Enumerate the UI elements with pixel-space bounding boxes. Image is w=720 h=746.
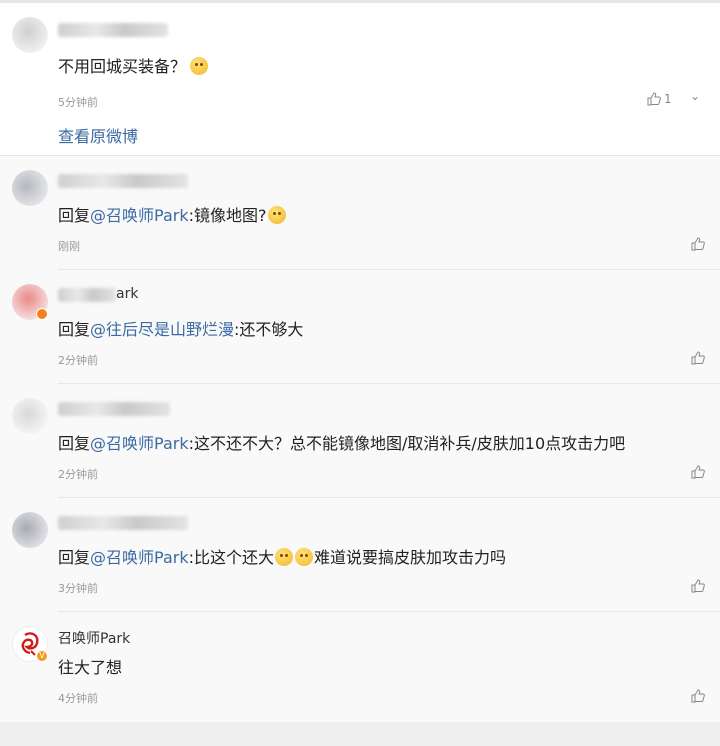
commenter-avatar[interactable] <box>12 170 48 206</box>
post-author-name-blurred[interactable] <box>58 23 168 37</box>
post-author-avatar[interactable] <box>12 17 48 53</box>
commenter-name-blurred[interactable] <box>58 516 188 530</box>
comment-text: 回复@往后尽是山野烂漫:还不够大 <box>58 316 303 340</box>
comment-body: 往大了想 <box>58 658 123 677</box>
commenter-name-blurred[interactable] <box>58 174 188 188</box>
mention-link[interactable]: @往后尽是山野烂漫 <box>90 320 234 339</box>
mention-link[interactable]: @召唤师Park <box>90 548 189 567</box>
comment-body-after: 难道说要搞皮肤加攻击力吗 <box>314 548 507 567</box>
commenter-avatar[interactable] <box>12 398 48 434</box>
comment-text: 回复@召唤师Park:比这个还大 难道说要搞皮肤加攻击力吗 <box>58 544 506 568</box>
post-text: 不用回城买装备？ <box>58 53 209 77</box>
comment-item: 回复@召唤师Park:这不还不大？总不能镜像地图/取消补兵/皮肤加10点攻击力吧… <box>0 384 720 498</box>
reply-prefix: 回复 <box>58 320 91 339</box>
commenter-avatar[interactable] <box>12 512 48 548</box>
shy-emoji <box>295 548 314 566</box>
post-text-content: 不用回城买装备？ <box>58 57 187 76</box>
comment-time: 刚刚 <box>58 240 80 253</box>
laugh-emoji <box>275 548 294 566</box>
mention-link[interactable]: @召唤师Park <box>90 206 189 225</box>
thinking-emoji <box>267 206 286 224</box>
original-post: 不用回城买装备？ 5分钟前 1 ⌄ 查看原微博 <box>0 0 720 156</box>
comment-text: 往大了想 <box>58 654 122 678</box>
comment-text: 回复@召唤师Park:镜像地图? <box>58 202 287 226</box>
comment-time: 2分钟前 <box>58 354 98 367</box>
thumbs-up-icon[interactable] <box>690 236 706 252</box>
verified-badge-icon <box>36 308 48 320</box>
comment-list: 回复@召唤师Park:镜像地图? 刚刚 ark 回复@往后尽是山野烂漫:还不够大… <box>0 156 720 722</box>
comment-item: 回复@召唤师Park:比这个还大 难道说要搞皮肤加攻击力吗 3分钟前 <box>0 498 720 612</box>
reply-prefix: 回复 <box>58 548 91 567</box>
doge-emoji <box>190 57 209 75</box>
thumbs-up-icon[interactable] <box>690 578 706 594</box>
more-options-icon[interactable]: ⌄ <box>690 89 700 103</box>
thumbs-up-icon[interactable] <box>646 91 662 107</box>
comment-time: 4分钟前 <box>58 692 98 705</box>
comment-item: V 召唤师Park 往大了想 4分钟前 <box>0 612 720 722</box>
comment-item: ark 回复@往后尽是山野烂漫:还不够大 2分钟前 <box>0 270 720 384</box>
comment-body: :比这个还大 <box>188 548 275 567</box>
comment-text: 回复@召唤师Park:这不还不大？总不能镜像地图/取消补兵/皮肤加10点攻击力吧 <box>58 430 625 454</box>
view-original-weibo-link[interactable]: 查看原微博 <box>58 123 138 147</box>
verified-badge-icon: V <box>36 650 48 662</box>
commenter-name-blurred[interactable] <box>58 402 170 416</box>
commenter-name-blurred <box>58 288 116 302</box>
commenter-name[interactable]: 召唤师Park <box>58 628 130 648</box>
comment-body: :这不还不大？总不能镜像地图/取消补兵/皮肤加10点攻击力吧 <box>188 434 626 453</box>
commenter-name[interactable]: ark <box>116 286 138 302</box>
comment-time: 3分钟前 <box>58 582 98 595</box>
post-like-count: 1 <box>664 92 672 106</box>
thumbs-up-icon[interactable] <box>690 688 706 704</box>
thumbs-up-icon[interactable] <box>690 350 706 366</box>
comment-body: :镜像地图? <box>188 206 267 225</box>
thumbs-up-icon[interactable] <box>690 464 706 480</box>
comment-body: :还不够大 <box>234 320 304 339</box>
reply-prefix: 回复 <box>58 434 91 453</box>
comment-item: 回复@召唤师Park:镜像地图? 刚刚 <box>0 156 720 270</box>
footer-bar <box>0 722 720 746</box>
comment-time: 2分钟前 <box>58 468 98 481</box>
reply-prefix: 回复 <box>58 206 91 225</box>
post-time: 5分钟前 <box>58 96 98 109</box>
mention-link[interactable]: @召唤师Park <box>90 434 189 453</box>
